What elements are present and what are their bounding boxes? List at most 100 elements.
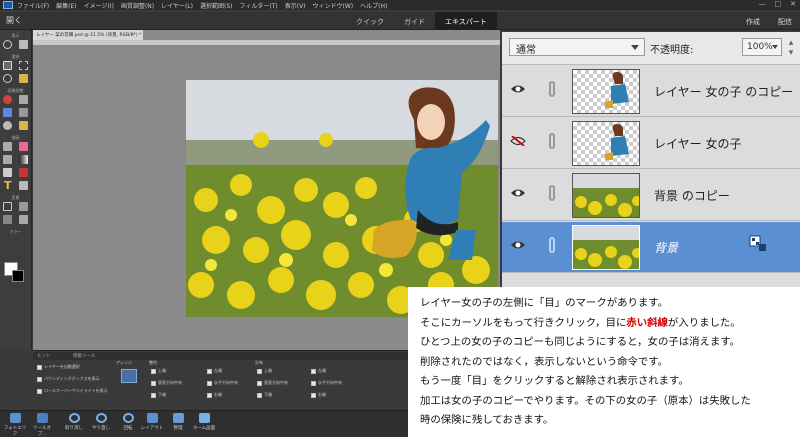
type-tool-icon[interactable]: T: [3, 180, 12, 191]
menu-help[interactable]: ヘルプ(H): [360, 1, 387, 10]
menu-window[interactable]: ウィンドウ(W): [313, 1, 354, 10]
layer-name[interactable]: 背景: [654, 239, 678, 256]
eye-icon[interactable]: [510, 188, 526, 198]
photo-canvas[interactable]: [186, 80, 498, 317]
zoom-tool-icon[interactable]: [3, 40, 13, 49]
align-left[interactable]: 左端: [207, 368, 222, 374]
menu-select[interactable]: 選択範囲(S): [200, 1, 233, 10]
eye-icon[interactable]: [510, 84, 526, 94]
close-button[interactable]: ✕: [790, 0, 796, 8]
undo-button[interactable]: 取り消し: [62, 413, 86, 431]
opacity-field[interactable]: 100%: [742, 38, 782, 56]
align-vertical-center[interactable]: 垂直方向中央: [151, 380, 182, 386]
layer-row[interactable]: レイヤー 女の子 のコピー: [502, 66, 800, 117]
move-tool-icon[interactable]: [3, 61, 13, 70]
organizer-button[interactable]: 整理: [166, 413, 190, 431]
spot-healing-tool-icon[interactable]: [18, 95, 28, 104]
blur-tool-icon[interactable]: [3, 121, 13, 130]
align-label: 整列: [149, 360, 157, 365]
menu-enhance[interactable]: 画質調整(N): [121, 1, 154, 10]
distribute-bottom[interactable]: 下端: [257, 392, 272, 398]
blend-mode-dropdown[interactable]: 通常: [509, 38, 645, 56]
auto-select-layer-check[interactable]: レイヤーを自動選択: [37, 364, 80, 370]
distribute-right[interactable]: 右端: [311, 392, 326, 398]
rotate-button[interactable]: 回転: [116, 413, 140, 431]
crop-tool-icon[interactable]: [3, 202, 13, 211]
layout-button[interactable]: レイアウト: [140, 413, 164, 431]
arrange-dropdown[interactable]: [121, 369, 137, 383]
eyedropper-tool-icon[interactable]: [3, 168, 13, 177]
distribute-top[interactable]: 上端: [257, 368, 272, 374]
toolbox: 表示 選択 画質調整 描画 T 変更 カラー: [0, 30, 32, 350]
lasso-tool-icon[interactable]: [3, 74, 13, 83]
gradient-tool-icon[interactable]: [18, 155, 28, 164]
home-screen-button[interactable]: ホーム画面: [192, 413, 216, 431]
link-icon[interactable]: [549, 237, 555, 253]
brush-tool-icon[interactable]: [3, 142, 13, 151]
menu-image[interactable]: イメージ(I): [84, 1, 114, 10]
link-icon[interactable]: [549, 185, 555, 201]
link-icon[interactable]: [549, 81, 555, 97]
paint-bucket-tool-icon[interactable]: [3, 155, 13, 164]
distribute-vertical-center[interactable]: 垂直方向中央: [257, 380, 288, 386]
layer-thumbnail: [572, 121, 640, 166]
background-color-swatch[interactable]: [12, 270, 24, 282]
create-button[interactable]: 作成: [746, 17, 760, 27]
eye-icon[interactable]: [510, 240, 526, 250]
align-bottom[interactable]: 下端: [151, 392, 166, 398]
content-aware-move-tool-icon[interactable]: [3, 215, 13, 224]
hand-tool-icon[interactable]: [18, 40, 28, 49]
menu-layer[interactable]: レイヤー(L): [161, 1, 193, 10]
link-icon[interactable]: [549, 133, 555, 149]
straighten-tool-icon[interactable]: [18, 215, 28, 224]
ruler: [33, 40, 500, 45]
tab-quick[interactable]: クイック: [346, 12, 394, 30]
recompose-tool-icon[interactable]: [18, 202, 28, 211]
menu-view[interactable]: 表示(V): [285, 1, 306, 10]
lock-icon[interactable]: [749, 235, 767, 253]
tool-options-button[interactable]: ツールオプ...: [30, 413, 54, 437]
magic-wand-tool-icon[interactable]: [18, 74, 28, 83]
opacity-label: 不透明度:: [650, 45, 694, 56]
layer-thumbnail: [572, 225, 640, 270]
open-button[interactable]: 開く: [6, 15, 22, 26]
photo-bin-icon: [9, 413, 21, 423]
photo-bin-button[interactable]: フォトエリア: [3, 413, 27, 437]
layer-row[interactable]: レイヤー 女の子: [502, 118, 800, 169]
rotate-icon: [122, 413, 134, 423]
scroll-arrows-icon[interactable]: ▴ ▾: [785, 38, 797, 58]
chevron-down-icon: [631, 45, 639, 50]
align-right[interactable]: 右端: [207, 392, 222, 398]
document-tab[interactable]: レイヤー 菜の花畑.psd @ 11.5% (背景, RGB/8*) *: [33, 30, 143, 40]
shape-tool-icon[interactable]: [18, 168, 28, 177]
share-button[interactable]: 配信: [778, 17, 792, 27]
layer-row-selected[interactable]: 背景: [502, 222, 800, 273]
show-bounding-box-check[interactable]: バウンディングボックスを表示: [37, 376, 100, 382]
show-highlight-rollover-check[interactable]: ロールオーバーでハイライトを表示: [37, 388, 108, 394]
eye-hidden-icon[interactable]: [510, 136, 526, 146]
distribute-left[interactable]: 左端: [311, 368, 326, 374]
clone-stamp-tool-icon[interactable]: [18, 108, 28, 117]
layer-row[interactable]: 背景 のコピー: [502, 170, 800, 221]
pencil-tool-icon[interactable]: [18, 181, 28, 190]
align-top[interactable]: 上端: [151, 368, 166, 374]
note-line: レイヤー女の子の左側に「目」のマークがあります。: [420, 297, 669, 309]
smart-brush-tool-icon[interactable]: [3, 108, 13, 117]
tab-expert[interactable]: エキスパート: [435, 12, 497, 30]
marquee-tool-icon[interactable]: [18, 61, 28, 70]
layer-name[interactable]: 背景 のコピー: [654, 187, 730, 204]
redo-button[interactable]: やり直し: [89, 413, 113, 431]
align-horizontal-center[interactable]: 水平方向中央: [207, 380, 238, 386]
menu-filter[interactable]: フィルター(T): [240, 1, 278, 10]
red-eye-tool-icon[interactable]: [3, 95, 13, 104]
layer-name[interactable]: レイヤー 女の子 のコピー: [654, 83, 793, 100]
layer-name[interactable]: レイヤー 女の子: [654, 135, 741, 152]
menu-file[interactable]: ファイル(F): [17, 1, 49, 10]
maximize-button[interactable]: □: [775, 0, 782, 8]
minimize-button[interactable]: —: [759, 0, 766, 8]
menu-edit[interactable]: 編集(E): [56, 1, 76, 10]
distribute-horizontal-center[interactable]: 水平方向中央: [311, 380, 342, 386]
sponge-tool-icon[interactable]: [18, 121, 28, 130]
eraser-tool-icon[interactable]: [18, 142, 28, 151]
tab-guided[interactable]: ガイド: [394, 12, 435, 30]
